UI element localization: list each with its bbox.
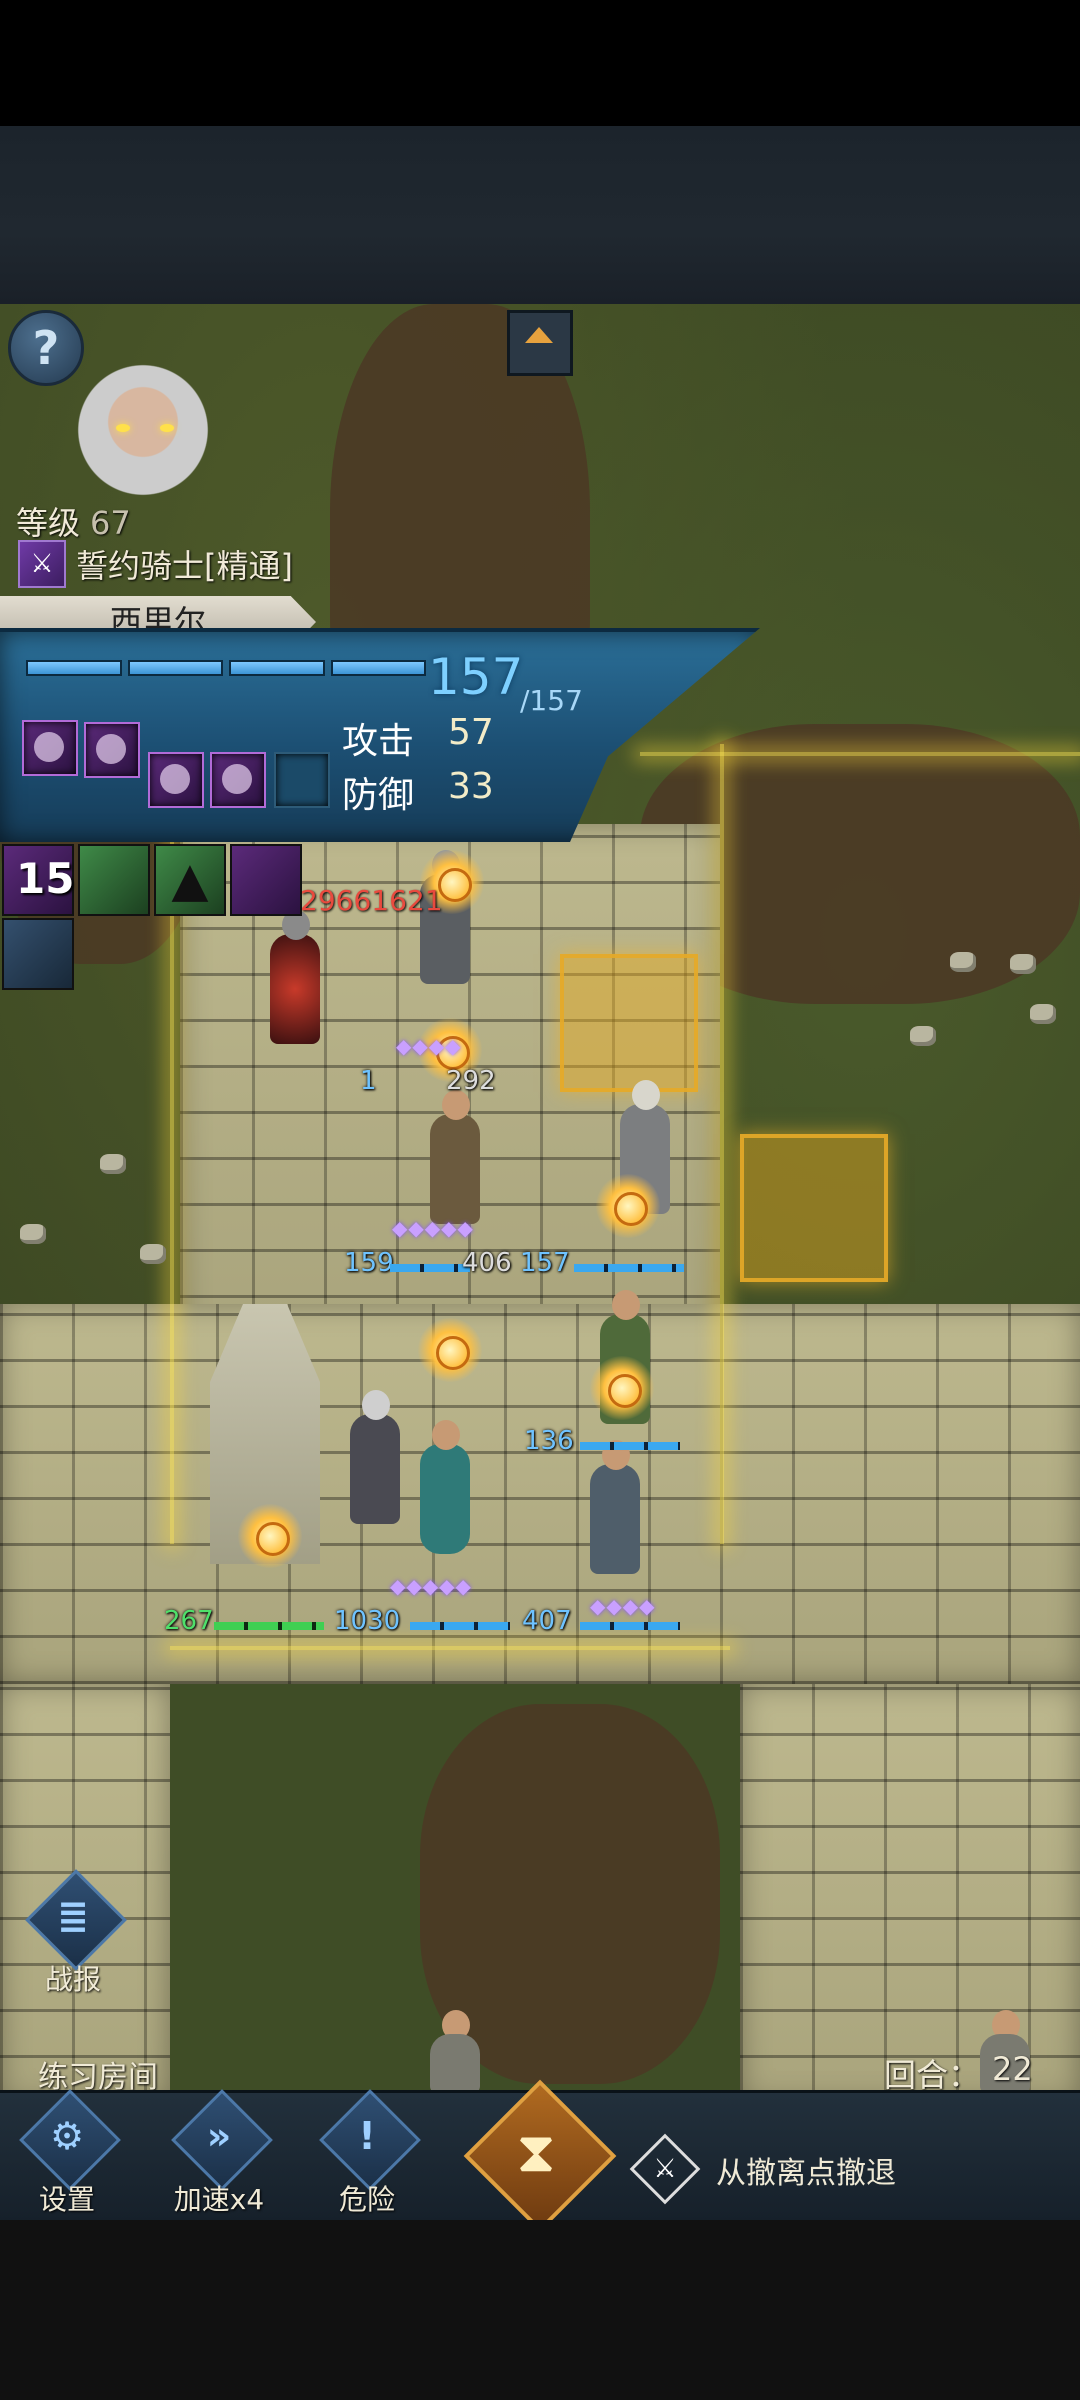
class-icon: ⚔ (18, 540, 66, 588)
rock (100, 1154, 126, 1174)
buff-stack-count: 15 (16, 854, 75, 903)
buff-effect-icon (596, 1174, 660, 1238)
hp-bar (580, 1622, 680, 1630)
rock (1030, 1004, 1056, 1024)
movement-border (720, 744, 724, 1544)
exclamation-icon: ! (358, 2114, 376, 2158)
unit-hp: 136 (524, 1426, 574, 1456)
report-label: 战报 (44, 1963, 101, 1996)
retreat-button[interactable]: 从撤离点撤退 (716, 2148, 896, 2192)
unit-hp: 267 (164, 1606, 214, 1636)
buff-diamonds: ◆◆◆◆ (590, 1594, 656, 1618)
movement-border (640, 752, 1080, 756)
hero-hp-max: /157 (520, 684, 583, 717)
rock (20, 1224, 46, 1244)
damage-number: 29661621 (300, 884, 443, 917)
ally-archer-unit[interactable] (570, 1434, 660, 1584)
hero-hp-current: 157 (428, 648, 524, 706)
top-black-bar (0, 0, 1080, 126)
buff-diamonds: ◆◆◆◆ (396, 1034, 462, 1058)
skill-icon[interactable] (210, 752, 266, 808)
hourglass-icon: ⧗ (516, 2120, 556, 2185)
ally-shield-unit[interactable] (400, 1414, 490, 1564)
unit-hp: 159 (344, 1248, 394, 1278)
up-arrow-icon[interactable]: ▲ (154, 844, 226, 916)
settings-label: 设置 (38, 2183, 95, 2216)
buff-effect-icon (238, 1504, 302, 1568)
unit-hp: 406 (462, 1248, 512, 1278)
buff-diamonds: ◆◆◆◆◆ (390, 1574, 472, 1598)
movement-border (170, 1646, 730, 1650)
class-label: 誓约骑士[精通] (76, 547, 293, 585)
move-tile[interactable] (740, 1134, 888, 1282)
collapse-panel-button[interactable] (507, 310, 573, 376)
help-button[interactable]: ? (8, 310, 84, 386)
hp-bar (410, 1622, 510, 1630)
rock (140, 1244, 166, 1264)
skill-icon[interactable] (22, 720, 78, 776)
end-turn-button[interactable]: ⧗ (456, 2072, 617, 2233)
ally-bard-unit[interactable] (410, 1084, 500, 1234)
dash-buff-icon[interactable] (78, 844, 150, 916)
rock (950, 952, 976, 972)
unit-hp: 292 (446, 1066, 496, 1096)
enemy-unit[interactable] (250, 904, 340, 1054)
hero-level: 等级 67 (16, 498, 131, 544)
empty-skill-slot[interactable] (274, 752, 330, 808)
stack-buff-icon[interactable]: 15 (2, 844, 74, 916)
defense-value: 33 (448, 766, 494, 807)
danger-label: 危险 (338, 2183, 395, 2216)
attack-label: 攻击 (342, 721, 415, 762)
rock (1010, 954, 1036, 974)
hp-bar (574, 1264, 684, 1272)
battle-report-button[interactable]: ≣ 战报 (18, 1869, 128, 1996)
hp-bar (214, 1622, 324, 1630)
bottom-black-bar (0, 2220, 1080, 2400)
speed-button[interactable]: » 加速x4 (164, 2089, 274, 2216)
hand-buff-icon[interactable] (2, 918, 74, 990)
turn-value: 22 (992, 2050, 1033, 2088)
level-label: 等级 (16, 504, 81, 542)
fast-forward-icon: » (206, 2114, 232, 2158)
hp-bar (390, 1264, 470, 1272)
unit-hp: 1 (360, 1066, 377, 1096)
skill-icon[interactable] (84, 722, 140, 778)
hp-bar (580, 1442, 680, 1450)
crossed-swords-icon: ⚔ (653, 2154, 677, 2184)
skill-icon[interactable] (148, 752, 204, 808)
attack-value: 57 (448, 712, 494, 753)
buff-effect-icon (418, 1318, 482, 1382)
gear-icon: ⚙ (49, 2114, 85, 2158)
hero-hp-bar (26, 660, 426, 676)
danger-button[interactable]: ! 危险 (312, 2089, 422, 2216)
speed-label: 加速x4 (173, 2183, 265, 2216)
top-status-band (0, 126, 1080, 304)
group-buff-icon[interactable] (230, 844, 302, 916)
buff-diamonds: ◆◆◆◆◆ (392, 1216, 474, 1240)
hero-class-row: ⚔ 誓约骑士[精通] (18, 540, 293, 588)
unit-hp: 1030 (334, 1606, 401, 1636)
level-value: 67 (90, 504, 131, 542)
move-tile[interactable] (560, 954, 698, 1092)
settings-button[interactable]: ⚙ 设置 (12, 2089, 122, 2216)
defense-label: 防御 (342, 775, 415, 816)
hero-portrait (58, 350, 228, 510)
report-icon: ≣ (57, 1894, 89, 1938)
rock (910, 1026, 936, 1046)
buff-effect-icon (590, 1356, 654, 1420)
unit-hp: 157 (520, 1248, 570, 1278)
unit-hp: 407 (522, 1606, 572, 1636)
